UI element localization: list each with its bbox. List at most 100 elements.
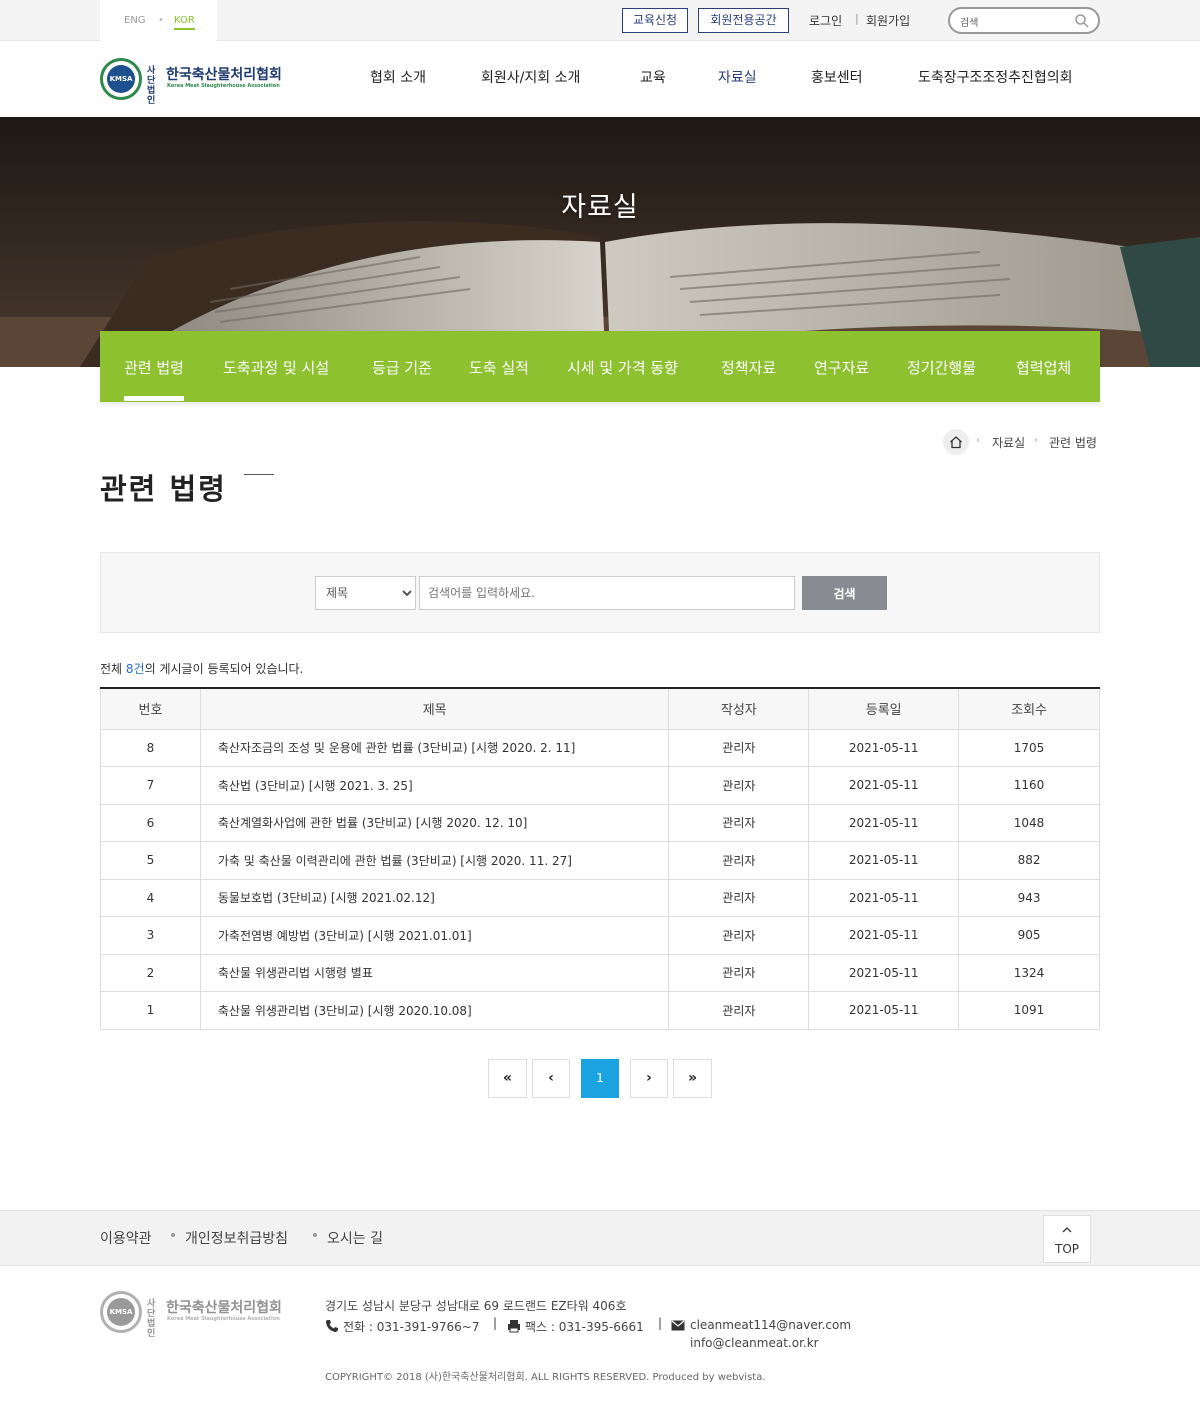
row-title-link[interactable]: 축산물 위생관리법 (3단비교) [시행 2020.10.08] (199, 991, 670, 1030)
col-header-no: 번호 (100, 688, 201, 730)
pagination-prev-button[interactable]: ‹ (532, 1059, 570, 1098)
login-link[interactable]: 로그인 (809, 12, 842, 29)
row-date: 2021-05-11 (808, 953, 960, 992)
subnav-slaughter-records[interactable]: 도축 실적 (469, 357, 529, 378)
footer-fax: 팩스 : 031-395-6661 (525, 1320, 644, 1334)
row-title-link[interactable]: 가축 및 축산물 이력관리에 관한 법률 (3단비교) [시행 2020. 11… (199, 841, 670, 880)
row-author: 관리자 (668, 878, 810, 917)
logo-tag: 사단법인 (147, 66, 156, 106)
top-search-box (948, 7, 1100, 34)
subnav-price-trends[interactable]: 시세 및 가격 동향 (567, 357, 678, 378)
pagination-next-button[interactable]: › (630, 1059, 668, 1098)
gnb-about[interactable]: 협회 소개 (370, 67, 426, 87)
row-title-link[interactable]: 가축전염병 예방법 (3단비교) [시행 2021.01.01] (199, 916, 670, 955)
row-title-link[interactable]: 축산계열화사업에 관한 법률 (3단비교) [시행 2020. 12. 10] (199, 803, 670, 842)
gnb-restructuring-council[interactable]: 도축장구조조정추진협의회 (918, 67, 1073, 87)
subnav-policy-data[interactable]: 정책자료 (721, 357, 776, 378)
subnav-partners[interactable]: 협력업체 (1016, 357, 1071, 378)
footer-links-bar: 이용약관 개인정보취급방침 오시는 길 TOP (0, 1210, 1200, 1266)
footer-link-directions[interactable]: 오시는 길 (327, 1228, 383, 1248)
board-table: 번호 제목 작성자 등록일 조회수 8 축산자조금의 조성 및 운용에 관한 법… (100, 687, 1100, 1030)
gnb-library[interactable]: 자료실 (718, 67, 757, 87)
footer-contact-separator: | (493, 1316, 498, 1330)
footer-link-privacy[interactable]: 개인정보취급방침 (185, 1228, 288, 1248)
language-switcher: ENG • KOR (100, 0, 217, 41)
search-icon[interactable] (1074, 13, 1090, 29)
table-row[interactable]: 7 축산법 (3단비교) [시행 2021. 3. 25] 관리자 2021-0… (100, 766, 1100, 805)
page-banner: 자료실 (0, 117, 1200, 367)
board-search-button[interactable]: 검색 (802, 576, 887, 610)
footer-logo-name-en: Korea Meat Slaughterhouse Association (167, 1316, 280, 1322)
open-book-image (0, 117, 1200, 367)
table-row[interactable]: 4 동물보호법 (3단비교) [시행 2021.02.12] 관리자 2021-… (100, 878, 1100, 917)
logo-name-en: Korea Meat Slaughterhouse Association (167, 83, 280, 89)
row-views: 1705 (958, 728, 1100, 767)
pagination-first-button[interactable]: « (488, 1059, 527, 1098)
sub-navigation: 관련 법령 도축과정 및 시설 등급 기준 도축 실적 시세 및 가격 동향 정… (100, 331, 1100, 402)
row-date: 2021-05-11 (808, 878, 960, 917)
row-views: 943 (958, 878, 1100, 917)
util-separator: | (855, 12, 859, 25)
footer-address: 경기도 성남시 분당구 성남대로 69 로드랜드 EZ타워 406호 (325, 1299, 627, 1313)
row-title-link[interactable]: 축산물 위생관리법 시행령 별표 (199, 953, 670, 992)
table-row[interactable]: 5 가축 및 축산물 이력관리에 관한 법률 (3단비교) [시행 2020. … (100, 841, 1100, 880)
subnav-related-laws[interactable]: 관련 법령 (124, 357, 184, 401)
lang-kor-link[interactable]: KOR (174, 15, 195, 30)
subnav-grade-standards[interactable]: 등급 기준 (372, 357, 432, 378)
row-title-link[interactable]: 축산자조금의 조성 및 운용에 관한 법률 (3단비교) [시행 2020. 2… (199, 728, 670, 767)
subnav-periodicals[interactable]: 정기간행물 (907, 357, 976, 378)
row-author: 관리자 (668, 916, 810, 955)
lang-separator: • (158, 15, 164, 26)
col-header-date: 등록일 (808, 688, 960, 730)
breadcrumb-home[interactable] (943, 429, 969, 455)
gnb-pr-center[interactable]: 홍보센터 (811, 67, 863, 87)
row-title-link[interactable]: 동물보호법 (3단비교) [시행 2021.02.12] (199, 878, 670, 917)
subnav-research-data[interactable]: 연구자료 (814, 357, 869, 378)
row-author: 관리자 (668, 803, 810, 842)
footer-email-secondary[interactable]: info@cleanmeat.or.kr (690, 1336, 819, 1350)
row-author: 관리자 (668, 728, 810, 767)
lang-eng-link[interactable]: ENG (124, 15, 146, 26)
breadcrumb-level1[interactable]: 자료실 (992, 434, 1025, 451)
row-views: 905 (958, 916, 1100, 955)
search-field-select[interactable]: 제목 (315, 576, 416, 610)
site-header: KMSA 사단법인 한국축산물처리협회 Korea Meat Slaughter… (0, 41, 1200, 117)
site-logo[interactable]: KMSA 사단법인 한국축산물처리협회 Korea Meat Slaughter… (100, 58, 290, 106)
board-search-input[interactable] (419, 576, 795, 610)
table-row[interactable]: 1 축산물 위생관리법 (3단비교) [시행 2020.10.08] 관리자 2… (100, 991, 1100, 1030)
table-row[interactable]: 3 가축전염병 예방법 (3단비교) [시행 2021.01.01] 관리자 2… (100, 916, 1100, 955)
phone-icon (326, 1320, 338, 1332)
member-space-button[interactable]: 회원전용공간 (698, 8, 789, 33)
chevron-right-icon: › (976, 435, 980, 446)
footer-link-separator (171, 1233, 175, 1237)
row-date: 2021-05-11 (808, 841, 960, 880)
row-no: 6 (100, 803, 201, 842)
table-row[interactable]: 6 축산계열화사업에 관한 법률 (3단비교) [시행 2020. 12. 10… (100, 803, 1100, 842)
row-views: 882 (958, 841, 1100, 880)
footer-phone: 전화 : 031-391-9766~7 (343, 1320, 480, 1334)
gnb-members[interactable]: 회원사/지회 소개 (481, 67, 580, 87)
table-header-row: 번호 제목 작성자 등록일 조회수 (100, 688, 1100, 730)
row-no: 8 (100, 728, 201, 767)
footer-link-terms[interactable]: 이용약관 (100, 1228, 152, 1248)
home-icon (950, 436, 962, 449)
pagination-last-button[interactable]: » (673, 1059, 712, 1098)
top-search-input[interactable] (960, 13, 1070, 29)
scroll-top-button[interactable]: TOP (1043, 1215, 1091, 1263)
subnav-slaughter-process[interactable]: 도축과정 및 시설 (223, 357, 329, 378)
table-row[interactable]: 8 축산자조금의 조성 및 운용에 관한 법률 (3단비교) [시행 2020.… (100, 728, 1100, 767)
footer-copyright: COPYRIGHT© 2018 (사)한국축산물처리협회. ALL RIGHTS… (325, 1372, 766, 1383)
edu-apply-button[interactable]: 교육신청 (622, 8, 688, 33)
join-link[interactable]: 회원가입 (866, 12, 910, 29)
footer-email-primary[interactable]: cleanmeat114@naver.com (690, 1318, 851, 1332)
post-count: 전체 8건의 게시글이 등록되어 있습니다. (100, 660, 303, 677)
gnb-education[interactable]: 교육 (640, 67, 666, 87)
chevron-right-icon: › (1034, 435, 1038, 446)
table-row[interactable]: 2 축산물 위생관리법 시행령 별표 관리자 2021-05-11 1324 (100, 953, 1100, 992)
pagination-page-current[interactable]: 1 (581, 1059, 619, 1098)
logo-emblem: KMSA (100, 58, 142, 100)
logo-name-kor: 한국축산물처리협회 (166, 67, 282, 83)
row-title-link[interactable]: 축산법 (3단비교) [시행 2021. 3. 25] (199, 766, 670, 805)
row-no: 5 (100, 841, 201, 880)
breadcrumb-level2[interactable]: 관련 법령 (1049, 434, 1097, 451)
